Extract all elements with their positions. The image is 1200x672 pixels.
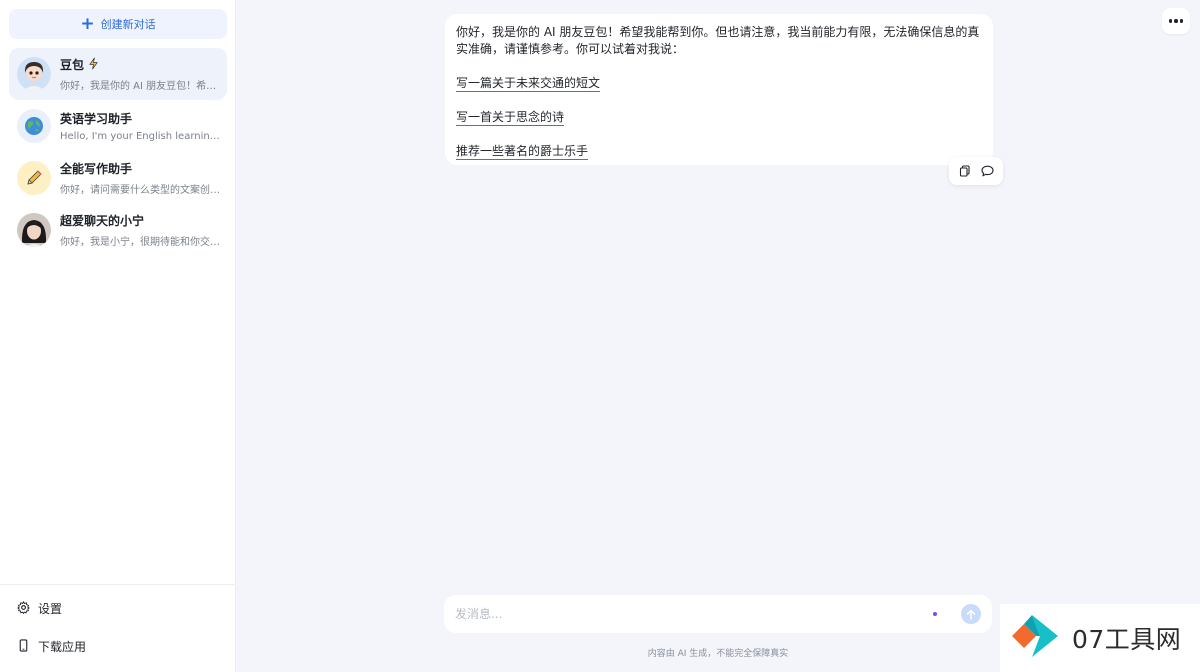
lightning-icon: [87, 57, 100, 73]
conversation-preview: 你好，我是小宁，很期待能和你交流！: [60, 236, 222, 248]
watermark-text: 07工具网: [1072, 625, 1182, 654]
conversation-title: 英语学习助手: [60, 112, 133, 126]
plus-icon: +: [80, 13, 95, 34]
pencil-avatar: [17, 161, 51, 195]
conversation-title: 超爱聊天的小宁: [60, 214, 145, 228]
conversation-preview: 你好，请问需要什么类型的文案创作？: [60, 184, 222, 196]
conversation-item-xiaoning[interactable]: 超爱聊天的小宁 你好，我是小宁，很期待能和你交流！: [9, 204, 227, 256]
suggestion-link[interactable]: 推荐一些著名的爵士乐手: [456, 144, 589, 160]
conversation-title: 全能写作助手: [60, 162, 133, 176]
copy-icon[interactable]: [956, 162, 974, 180]
ai-disclaimer: 内容由 AI 生成，不能完全保障真实: [647, 649, 789, 659]
sidebar: + 创建新对话 豆包 你好，我是你的 AI 朋友豆包！希望 英语学习助手 Hel…: [0, 0, 236, 672]
conversation-item-doubao[interactable]: 豆包 你好，我是你的 AI 朋友豆包！希望我能帮到你。: [9, 48, 227, 100]
settings-label: 设置: [38, 602, 63, 616]
app-window: + 创建新对话 豆包 你好，我是你的 AI 朋友豆包！希望 英语学习助手 Hel…: [0, 0, 1200, 672]
conversation-preview: 你好，我是你的 AI 朋友豆包！希望我能帮到你。: [60, 80, 222, 92]
assistant-message: 你好，我是你的 AI 朋友豆包！希望我能帮到你。但也请注意，我当前能力有限，无法…: [445, 14, 993, 165]
more-options-button[interactable]: [1162, 8, 1190, 34]
settings-button[interactable]: 设置: [17, 600, 62, 617]
chat-panel: 你好，我是你的 AI 朋友豆包！希望我能帮到你。但也请注意，我当前能力有限，无法…: [236, 0, 1200, 672]
arrow-up-icon: [966, 609, 976, 620]
watermark: 07工具网: [1000, 604, 1200, 672]
comment-icon[interactable]: [979, 162, 997, 180]
doubao-avatar: [17, 57, 51, 91]
conversation-item-english[interactable]: 英语学习助手 Hello, I'm your English learning …: [9, 100, 227, 152]
conversation-title: 豆包: [60, 58, 85, 72]
download-label: 下载应用: [38, 640, 87, 654]
phone-icon: [17, 638, 30, 655]
message-intro: 你好，我是你的 AI 朋友豆包！希望我能帮到你。但也请注意，我当前能力有限，无法…: [456, 25, 980, 56]
suggestion-link[interactable]: 写一首关于思念的诗: [456, 110, 565, 126]
conversation-list: 豆包 你好，我是你的 AI 朋友豆包！希望我能帮到你。: [9, 48, 227, 256]
sidebar-footer: 设置 下载应用: [0, 584, 236, 672]
conversation-preview: Hello, I'm your English learning assista…: [60, 130, 222, 142]
message-actions: [949, 157, 1003, 185]
message-input[interactable]: [455, 607, 933, 621]
gear-icon: [17, 600, 30, 617]
more-dots-icon: [1168, 19, 1173, 23]
globe-avatar: [17, 109, 51, 143]
new-chat-button[interactable]: + 创建新对话: [9, 9, 227, 39]
message-composer: [444, 595, 992, 633]
conversation-item-writing[interactable]: 全能写作助手 你好，请问需要什么类型的文案创作？: [9, 152, 227, 204]
voice-dot-icon[interactable]: [933, 612, 937, 616]
new-chat-label: 创建新对话: [100, 18, 156, 31]
watermark-logo-icon: [1010, 609, 1064, 667]
send-button[interactable]: [961, 604, 981, 624]
girl-avatar: [17, 213, 51, 247]
download-app-button[interactable]: 下载应用: [17, 638, 86, 655]
suggestion-link[interactable]: 写一篇关于未来交通的短文: [456, 76, 601, 92]
